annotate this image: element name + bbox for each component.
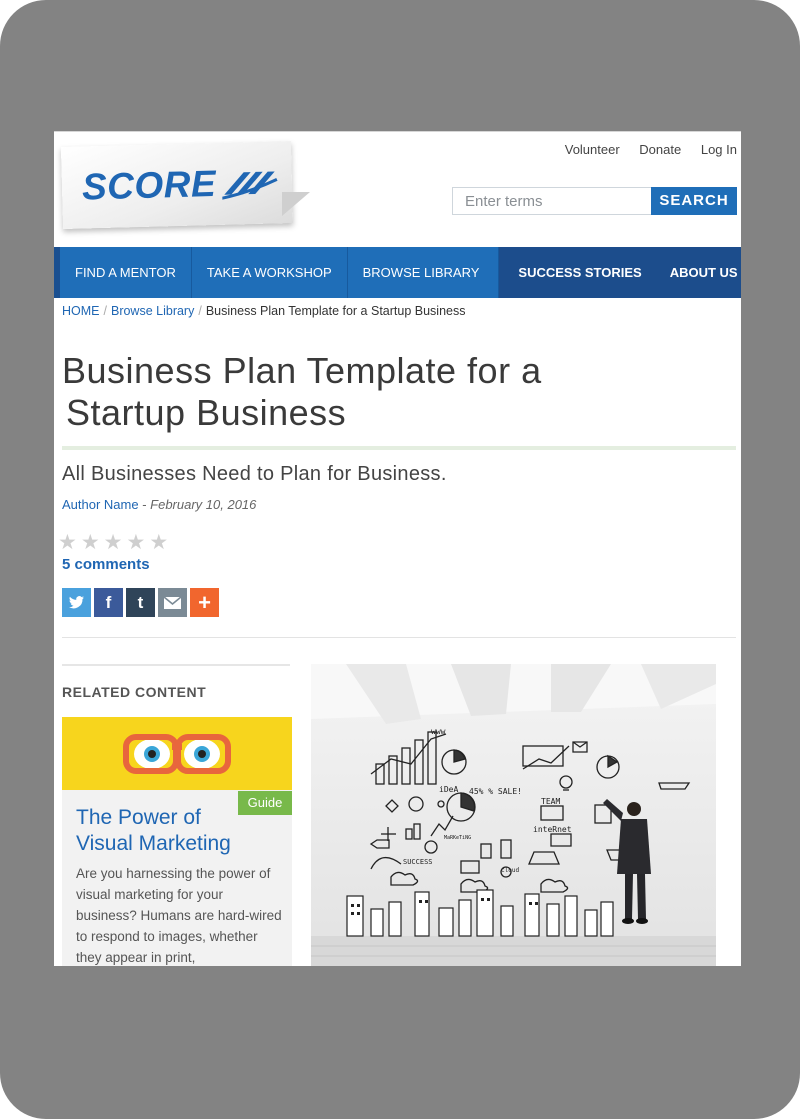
related-card-title-line-1: The Power of	[76, 806, 201, 829]
business-sketch-illustration: www iDeA 45% % SALE! TEAM inteRnet MaRKe…	[311, 664, 716, 966]
publish-date: February 10, 2016	[150, 497, 257, 512]
device-frame: SCORE Volunteer Donate Log In Enter term…	[0, 0, 800, 1119]
utility-links: Volunteer Donate Log In	[549, 142, 737, 157]
tumblr-icon[interactable]: t	[126, 588, 155, 617]
byline: Author Name - February 10, 2016	[62, 497, 256, 512]
svg-text:TEAM: TEAM	[541, 797, 560, 806]
nav-success-stories[interactable]: SUCCESS STORIES	[499, 247, 656, 298]
page-title-line-1: Business Plan Template for a	[62, 350, 542, 391]
svg-text:inteRnet: inteRnet	[533, 825, 572, 834]
related-card-image[interactable]	[62, 717, 292, 790]
browser-screen: SCORE Volunteer Donate Log In Enter term…	[54, 131, 741, 966]
related-card-text: Are you harnessing the power of visual m…	[76, 866, 282, 965]
breadcrumb-home[interactable]: HOME	[62, 304, 100, 318]
donate-link[interactable]: Donate	[639, 142, 681, 157]
share-buttons: f t +	[62, 588, 222, 617]
nav-browse-library[interactable]: BROWSE LIBRARY	[348, 247, 500, 298]
page-title: Business Plan Template for a Startup Bus…	[62, 350, 702, 434]
facebook-icon[interactable]: f	[94, 588, 123, 617]
star-icon[interactable]: ★	[104, 530, 123, 555]
main-nav: FIND A MENTOR TAKE A WORKSHOP BROWSE LIB…	[54, 247, 741, 298]
svg-text:www: www	[431, 727, 446, 736]
hero-image: www iDeA 45% % SALE! TEAM inteRnet MaRKe…	[311, 664, 716, 966]
comments-link[interactable]: 5 comments	[62, 556, 150, 573]
nav-take-workshop[interactable]: TAKE A WORKSHOP	[192, 247, 348, 298]
breadcrumb: HOME / Browse Library / Business Plan Templa…	[62, 304, 466, 318]
email-icon[interactable]	[158, 588, 187, 617]
nav-find-mentor[interactable]: FIND A MENTOR	[60, 247, 192, 298]
nav-about-us[interactable]: ABOUT US	[655, 247, 741, 298]
star-icon[interactable]: ★	[58, 530, 77, 555]
related-card-title-line-2: Visual Marketing	[76, 832, 231, 855]
author-link[interactable]: Author Name	[62, 497, 139, 512]
share-divider	[62, 637, 736, 638]
rating-stars: ★ ★ ★ ★ ★	[58, 530, 172, 555]
svg-text:SUCCESS: SUCCESS	[403, 858, 433, 866]
logo-curl	[282, 192, 310, 216]
score-logo[interactable]: SCORE	[60, 141, 294, 229]
breadcrumb-library[interactable]: Browse Library	[111, 304, 194, 318]
related-heading: RELATED CONTENT	[62, 684, 207, 700]
search-button[interactable]: SEARCH	[651, 187, 737, 215]
star-icon[interactable]: ★	[126, 530, 145, 555]
related-divider	[62, 664, 290, 666]
page-title-line-2: Startup Business	[66, 392, 347, 433]
logo-stripes-icon	[221, 171, 278, 205]
twitter-icon[interactable]	[62, 588, 91, 617]
byline-separator: -	[138, 497, 151, 512]
logo-text: SCORE	[81, 162, 217, 208]
plus-icon[interactable]: +	[190, 588, 219, 617]
breadcrumb-current: Business Plan Template for a Startup Bus…	[205, 304, 466, 318]
related-card[interactable]: Guide The Power of Visual Marketing Are …	[62, 717, 292, 966]
star-icon[interactable]: ★	[81, 530, 100, 555]
volunteer-link[interactable]: Volunteer	[565, 142, 620, 157]
search-input[interactable]: Enter terms	[452, 187, 652, 215]
star-icon[interactable]: ★	[149, 530, 168, 555]
svg-text:45% % SALE!: 45% % SALE!	[469, 787, 522, 796]
svg-text:iDeA: iDeA	[439, 785, 458, 794]
article-subtitle: All Businesses Need to Plan for Business…	[62, 463, 447, 485]
svg-text:MaRKeTiNG: MaRKeTiNG	[444, 835, 471, 841]
login-link[interactable]: Log In	[701, 142, 737, 157]
glasses-eyes-icon	[123, 734, 231, 774]
title-divider	[62, 446, 736, 450]
related-card-title[interactable]: The Power of Visual Marketing	[76, 805, 276, 857]
svg-text:cloud: cloud	[501, 867, 519, 874]
